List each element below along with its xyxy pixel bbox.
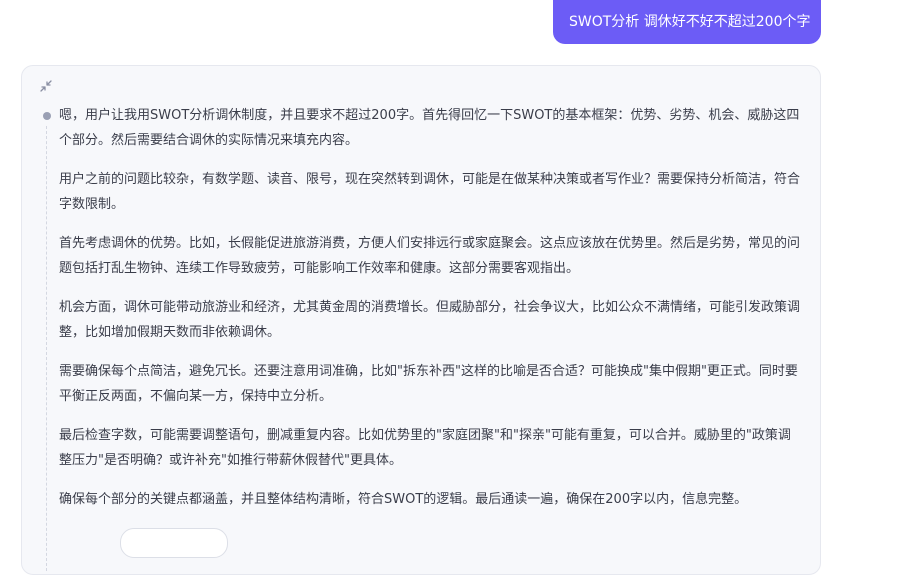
thinking-dot: [43, 112, 51, 120]
thinking-paragraph: 嗯，用户让我用SWOT分析调休制度，并且要求不超过200字。首先得回忆一下SWO…: [59, 108, 800, 148]
collapse-arrows-icon[interactable]: [39, 79, 53, 93]
thinking-paragraph: 最后检查字数，可能需要调整语句，删减重复内容。比如优势里的"家庭团聚"和"探亲"…: [59, 428, 791, 468]
user-message-text: SWOT分析 调休好不好不超过200个字: [569, 14, 811, 30]
thinking-panel: 嗯，用户让我用SWOT分析调休制度，并且要求不超过200字。首先得回忆一下SWO…: [21, 65, 821, 575]
thinking-paragraph: 确保每个部分的关键点都涵盖，并且整体结构清晰，符合SWOT的逻辑。最后通读一遍，…: [59, 492, 748, 507]
user-message-bubble: SWOT分析 调休好不好不超过200个字: [553, 0, 821, 44]
action-chip[interactable]: [120, 528, 228, 558]
thinking-paragraph: 需要确保每个点简洁，避免冗长。还要注意用词准确，比如"拆东补西"这样的比喻是否合…: [59, 364, 798, 404]
thinking-paragraph: 机会方面，调休可能带动旅游业和经济，尤其黄金周的消费增长。但威胁部分，社会争议大…: [59, 300, 801, 340]
thinking-paragraph: 用户之前的问题比较杂，有数学题、读音、限号，现在突然转到调休，可能是在做某种决策…: [59, 172, 801, 212]
thinking-paragraph: 首先考虑调休的优势。比如，长假能促进旅游消费，方便人们安排远行或家庭聚会。这点应…: [59, 236, 801, 276]
thinking-rail: [46, 126, 47, 571]
